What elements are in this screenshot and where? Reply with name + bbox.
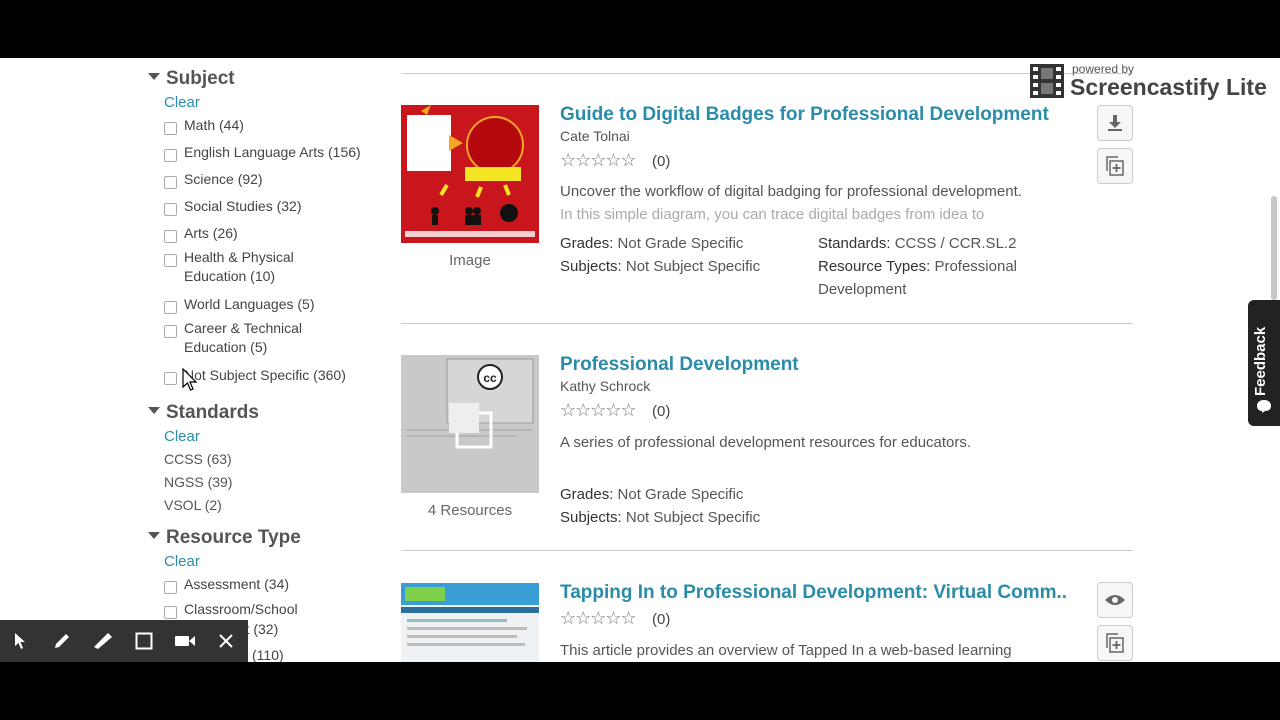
add-to-collection-button[interactable] <box>1097 148 1133 184</box>
star-rating-icon[interactable]: ☆☆☆☆☆ <box>560 400 637 421</box>
result-resource-types: Resource Types: Professional Development <box>818 258 1017 298</box>
mouse-cursor-icon <box>182 368 198 391</box>
rectangle-tool-button[interactable] <box>123 620 164 662</box>
checkbox-social-studies[interactable] <box>164 203 177 216</box>
checkbox-arts[interactable] <box>164 230 177 243</box>
option-partial[interactable]: (110) <box>252 646 284 662</box>
rectangle-icon <box>135 632 152 650</box>
divider <box>401 73 1133 74</box>
result-description: Uncover the workflow of digital badging … <box>560 180 1080 226</box>
pointer-icon <box>14 633 25 649</box>
download-button[interactable] <box>1097 105 1133 141</box>
feedback-tab[interactable]: Feedback <box>1248 300 1280 426</box>
checkbox-science[interactable] <box>164 176 177 189</box>
pen-icon <box>54 634 69 648</box>
thumb-label: 4 Resources <box>427 502 513 519</box>
result-author[interactable]: Cate Tolnai <box>560 128 630 144</box>
film-strip-icon <box>1030 64 1064 98</box>
result-author[interactable]: Kathy Schrock <box>560 378 650 394</box>
result-thumbnail[interactable] <box>401 583 539 662</box>
checkbox-world-languages[interactable] <box>164 301 177 314</box>
desc-line: Uncover the workflow of digital badging … <box>560 183 1022 200</box>
standard-ngss[interactable]: NGSS (39) <box>164 474 232 490</box>
option-career-tech[interactable]: Career & Technical Education (5) <box>184 319 324 357</box>
thumb-label: Image <box>449 252 491 269</box>
feedback-label: Feedback <box>1252 326 1269 396</box>
option-assessment[interactable]: Assessment (34) <box>184 575 289 594</box>
divider <box>401 550 1133 551</box>
add-copy-icon <box>1106 633 1124 653</box>
close-toolbar-button[interactable] <box>205 620 246 662</box>
facet-subject-title[interactable]: Subject <box>148 68 235 90</box>
option-arts[interactable]: Arts (26) <box>184 224 238 243</box>
caret-down-icon <box>148 407 160 415</box>
badge-diagram-image <box>401 105 539 243</box>
checkbox-career-tech[interactable] <box>164 325 177 338</box>
result-thumbnail[interactable]: cc <box>401 355 539 493</box>
highlighter-tool-button[interactable] <box>82 620 123 662</box>
standard-ccss[interactable]: CCSS (63) <box>164 451 232 467</box>
preview-button[interactable] <box>1097 582 1133 618</box>
result-thumbnail[interactable] <box>401 105 539 243</box>
pointer-tool-button[interactable] <box>0 620 41 662</box>
result-subjects: Subjects: Not Subject Specific <box>560 509 761 526</box>
pen-tool-button[interactable] <box>41 620 82 662</box>
divider <box>401 323 1133 324</box>
scrollbar-thumb[interactable] <box>1271 196 1277 300</box>
result-subjects: Subjects: Not Subject Specific <box>560 258 761 275</box>
screencastify-watermark: powered by Screencastify Lite <box>1030 62 1275 102</box>
checkbox-not-subject-specific[interactable] <box>164 372 177 385</box>
option-social-studies[interactable]: Social Studies (32) <box>184 197 302 216</box>
star-rating-icon[interactable]: ☆☆☆☆☆ <box>560 608 637 629</box>
option-health[interactable]: Health & Physical Education (10) <box>184 248 324 286</box>
standards-clear-link[interactable]: Clear <box>164 428 200 445</box>
download-icon <box>1108 115 1122 131</box>
option-not-subject-specific[interactable]: Not Subject Specific (360) <box>184 366 346 385</box>
rating-count: (0) <box>652 611 671 628</box>
article-thumbnail-image <box>401 583 539 662</box>
checkbox-classroom-school[interactable] <box>164 606 177 619</box>
result-title-link[interactable]: Professional Development <box>560 354 799 376</box>
rating-count: (0) <box>652 153 671 170</box>
checkbox-assessment[interactable] <box>164 581 177 594</box>
checkbox-health[interactable] <box>164 254 177 267</box>
add-copy-icon <box>1106 156 1124 176</box>
checkbox-math[interactable] <box>164 122 177 135</box>
facet-standards-title[interactable]: Standards <box>148 402 259 424</box>
rating-count: (0) <box>652 403 671 420</box>
option-ela[interactable]: English Language Arts (156) <box>184 143 361 162</box>
checkbox-ela[interactable] <box>164 149 177 162</box>
svg-text:cc: cc <box>483 371 497 385</box>
result-title-link[interactable]: Tapping In to Professional Development: … <box>560 582 1067 604</box>
result-grades: Grades: Not Grade Specific <box>560 486 744 503</box>
watermark-brand: Screencastify Lite <box>1070 74 1267 100</box>
result-grades: Grades: Not Grade Specific <box>560 235 744 252</box>
standard-vsol[interactable]: VSOL (2) <box>164 497 222 513</box>
facet-resource-type-title[interactable]: Resource Type <box>148 527 301 549</box>
option-science[interactable]: Science (92) <box>184 170 263 189</box>
collection-thumbnail-image: cc <box>401 355 539 493</box>
option-classroom-school[interactable]: Classroom/School <box>184 600 298 619</box>
video-camera-icon <box>174 636 195 646</box>
result-title-link[interactable]: Guide to Digital Badges for Professional… <box>560 104 1049 126</box>
caret-down-icon <box>148 532 160 540</box>
star-rating-icon[interactable]: ☆☆☆☆☆ <box>560 150 637 171</box>
caret-down-icon <box>148 73 160 81</box>
desc-line-faded: In this simple diagram, you can trace di… <box>560 206 985 223</box>
camera-tool-button[interactable] <box>164 620 205 662</box>
subject-clear-link[interactable]: Clear <box>164 94 200 111</box>
resource-type-clear-link[interactable]: Clear <box>164 553 200 570</box>
close-icon <box>218 634 233 648</box>
highlighter-icon <box>93 633 112 649</box>
result-description: A series of professional development res… <box>560 434 972 451</box>
chat-bubble-icon <box>1257 400 1271 413</box>
result-standards: Standards: CCSS / CCR.SL.2 <box>818 235 1017 252</box>
add-to-collection-button[interactable] <box>1097 625 1133 661</box>
eye-icon <box>1105 595 1125 605</box>
option-world-languages[interactable]: World Languages (5) <box>184 295 314 314</box>
annotation-toolbar <box>0 620 248 662</box>
option-math[interactable]: Math (44) <box>184 116 244 135</box>
result-description: This article provides an overview of Tap… <box>560 642 1012 659</box>
page: Subject Clear Math (44) English Language… <box>0 58 1280 662</box>
